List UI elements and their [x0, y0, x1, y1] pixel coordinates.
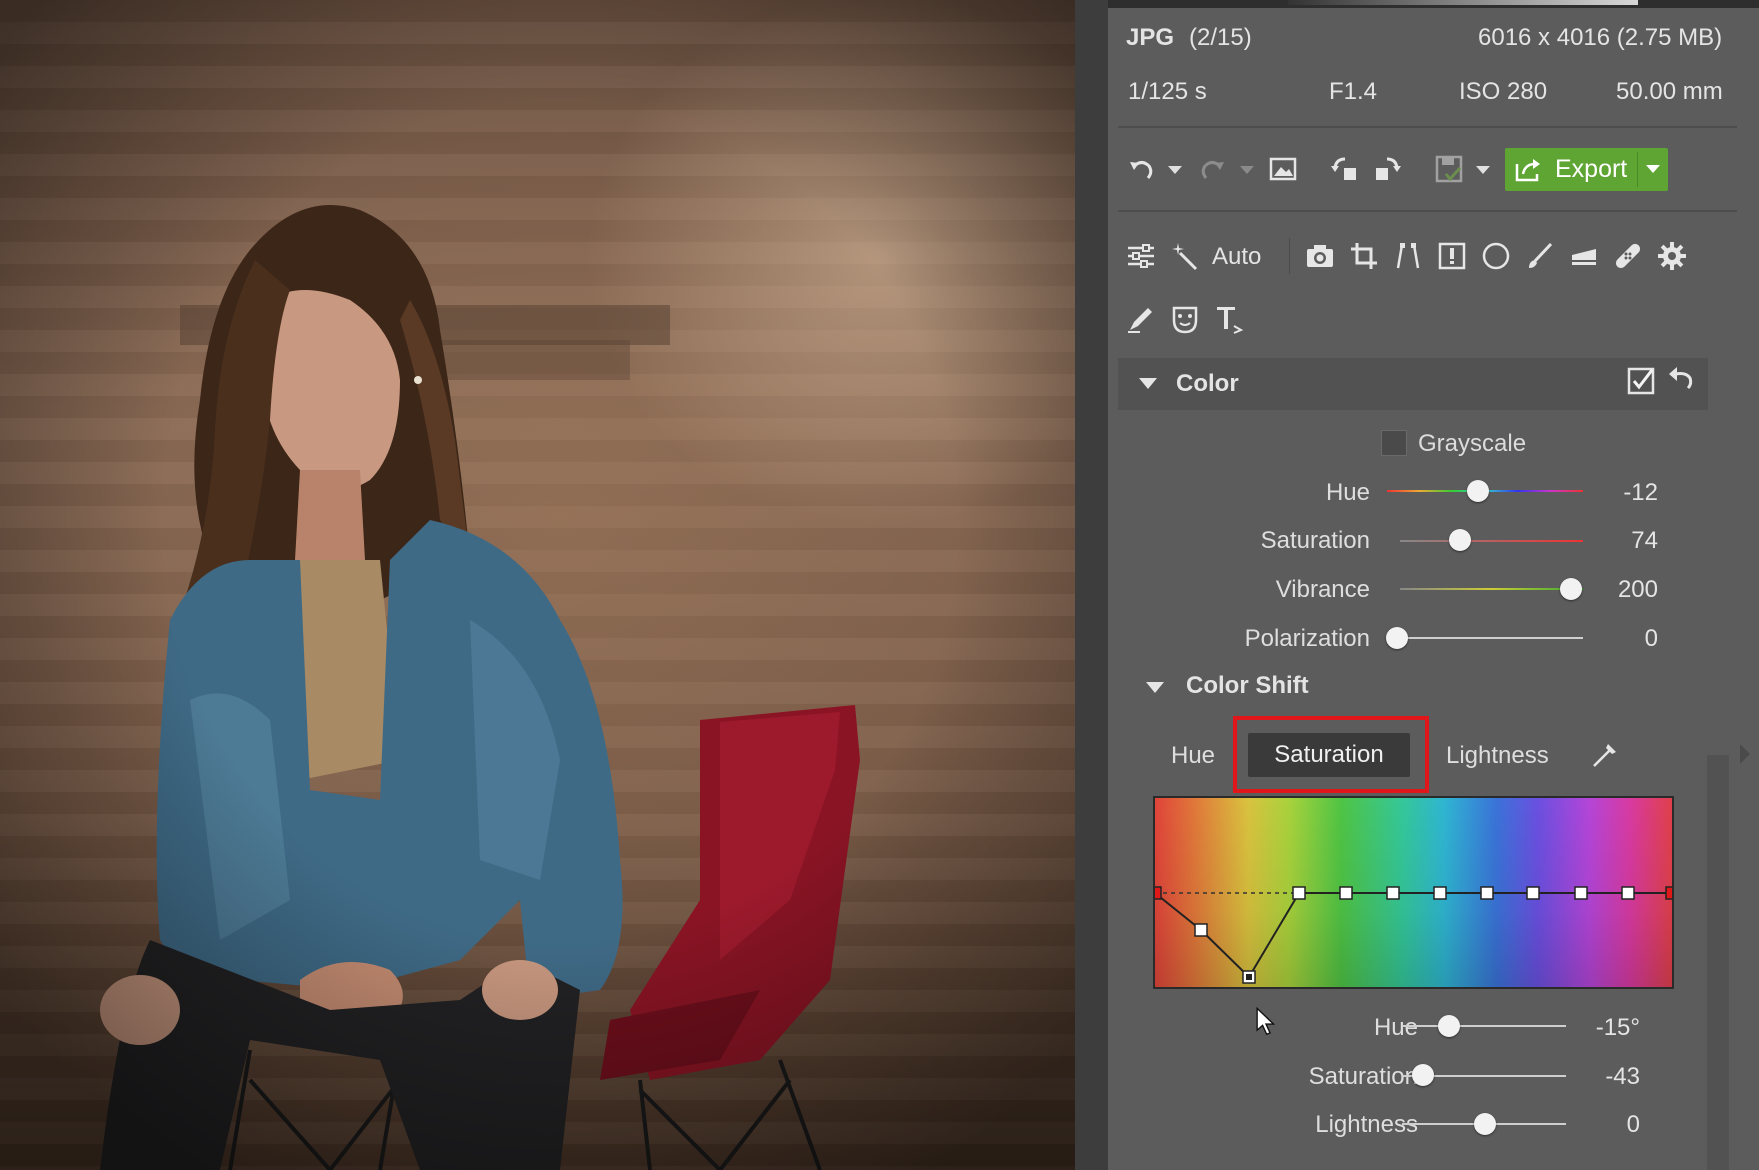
saturation-curve[interactable]	[1155, 798, 1672, 987]
undo-dropdown-icon[interactable]	[1168, 166, 1182, 174]
redo-dropdown-icon[interactable]	[1240, 166, 1254, 174]
curve-point	[1480, 886, 1494, 900]
gradient-filter-icon[interactable]	[1569, 241, 1599, 271]
auto-wand-icon[interactable]	[1170, 241, 1200, 271]
saturation-value[interactable]: 74	[1631, 527, 1658, 555]
export-icon	[1513, 154, 1543, 184]
eraser-pen-icon[interactable]	[1126, 304, 1156, 334]
grayscale-label[interactable]: Grayscale	[1418, 430, 1526, 458]
undo-icon[interactable]	[1126, 154, 1156, 184]
file-dimensions: 6016 x 4016 (2.75 MB)	[1478, 24, 1723, 51]
file-index: (2/15)	[1189, 24, 1252, 51]
polarization-slider-knob[interactable]	[1386, 627, 1408, 649]
perspective-icon[interactable]	[1393, 241, 1423, 271]
file-format: JPG	[1126, 24, 1175, 51]
brush-icon[interactable]	[1525, 241, 1555, 271]
shift-lightness-value[interactable]: 0	[1627, 1111, 1640, 1139]
camera-icon[interactable]	[1305, 241, 1335, 271]
polarization-slider-track[interactable]	[1397, 637, 1583, 639]
curve-point	[1339, 886, 1353, 900]
redo-icon[interactable]	[1198, 154, 1228, 184]
shift-saturation-value[interactable]: -43	[1605, 1063, 1640, 1091]
panel-expand-arrow-icon[interactable]	[1740, 744, 1750, 764]
curve-point	[1433, 886, 1447, 900]
vibrance-slider-knob[interactable]	[1560, 578, 1582, 600]
export-label: Export	[1555, 155, 1628, 183]
exposure-box-icon[interactable]	[1437, 241, 1467, 271]
save-icon[interactable]	[1434, 154, 1464, 184]
vibrance-value[interactable]: 200	[1618, 576, 1658, 604]
auto-label[interactable]: Auto	[1212, 243, 1261, 271]
curve-point	[1526, 886, 1540, 900]
export-dropdown-icon[interactable]	[1646, 165, 1660, 173]
saturation-label: Saturation	[1260, 527, 1370, 554]
rotate-left-icon[interactable]	[1330, 154, 1360, 184]
curve-point	[1292, 886, 1306, 900]
highlight-annotation	[1233, 716, 1429, 793]
photo-preview	[0, 0, 1075, 1170]
grayscale-checkbox[interactable]	[1381, 430, 1407, 456]
shift-hue-label: Hue	[1373, 1014, 1418, 1041]
healing-bandage-icon[interactable]	[1613, 241, 1643, 271]
section-enabled-checkbox-icon[interactable]	[1626, 366, 1656, 396]
shift-saturation-slider-knob[interactable]	[1412, 1064, 1434, 1086]
curve-endpoint-left	[1155, 886, 1162, 900]
hue-label: Hue	[1325, 479, 1370, 506]
shift-lightness-label: Lightness	[1315, 1111, 1418, 1138]
eyedropper-icon[interactable]	[1590, 740, 1620, 770]
divider-line	[1118, 210, 1737, 212]
shift-hue-value[interactable]: -15°	[1596, 1014, 1640, 1042]
focal-length: 50.00 mm	[1616, 78, 1723, 105]
saturation-slider-track[interactable]	[1400, 540, 1583, 542]
vibrance-slider-track[interactable]	[1400, 588, 1583, 590]
histogram-bar	[1108, 0, 1759, 8]
curve-point	[1194, 923, 1208, 937]
adjustments-icon[interactable]	[1126, 241, 1156, 271]
rotate-right-icon[interactable]	[1372, 154, 1402, 184]
panel-divider[interactable]	[1075, 0, 1108, 1170]
circle-mask-icon[interactable]	[1481, 241, 1511, 271]
color-shift-spectrum[interactable]	[1153, 796, 1674, 989]
face-retouch-icon[interactable]	[1170, 304, 1200, 334]
color-shift-title[interactable]: Color Shift	[1186, 672, 1309, 700]
shift-hue-slider-knob[interactable]	[1438, 1015, 1460, 1037]
polarization-label: Polarization	[1244, 625, 1370, 652]
vibrance-label: Vibrance	[1275, 576, 1370, 603]
iso: ISO 280	[1459, 78, 1548, 105]
polarization-value[interactable]: 0	[1645, 625, 1658, 653]
mouse-cursor-icon	[1250, 1000, 1282, 1044]
color-section-header[interactable]: Color	[1118, 358, 1708, 410]
panel-scrollbar[interactable]	[1707, 755, 1729, 1170]
hue-value[interactable]: -12	[1623, 479, 1658, 507]
export-button[interactable]: Export	[1505, 148, 1668, 191]
tab-lightness[interactable]: Lightness	[1446, 742, 1549, 770]
saturation-slider-knob[interactable]	[1449, 529, 1471, 551]
divider-line	[1118, 126, 1737, 128]
shift-saturation-label: Saturation	[1308, 1063, 1418, 1090]
image-compare-icon[interactable]	[1268, 154, 1298, 184]
settings-gear-icon[interactable]	[1657, 241, 1687, 271]
curve-point	[1574, 886, 1588, 900]
text-tool-icon[interactable]	[1214, 304, 1244, 334]
crop-icon[interactable]	[1349, 241, 1379, 271]
shift-lightness-slider-knob[interactable]	[1474, 1113, 1496, 1135]
shift-hue-slider-track[interactable]	[1402, 1025, 1566, 1027]
tab-hue[interactable]: Hue	[1171, 742, 1215, 770]
hue-slider-knob[interactable]	[1467, 480, 1489, 502]
color-shift-collapse-icon[interactable]	[1146, 682, 1164, 693]
curve-point	[1621, 886, 1635, 900]
curve-endpoint-right	[1665, 886, 1672, 900]
collapse-triangle-icon[interactable]	[1139, 378, 1157, 389]
color-section-title: Color	[1176, 370, 1239, 397]
shutter-speed: 1/125 s	[1128, 78, 1207, 105]
reset-section-icon[interactable]	[1666, 364, 1696, 394]
curve-point	[1386, 886, 1400, 900]
aperture: F1.4	[1329, 78, 1378, 105]
save-dropdown-icon[interactable]	[1476, 166, 1490, 174]
